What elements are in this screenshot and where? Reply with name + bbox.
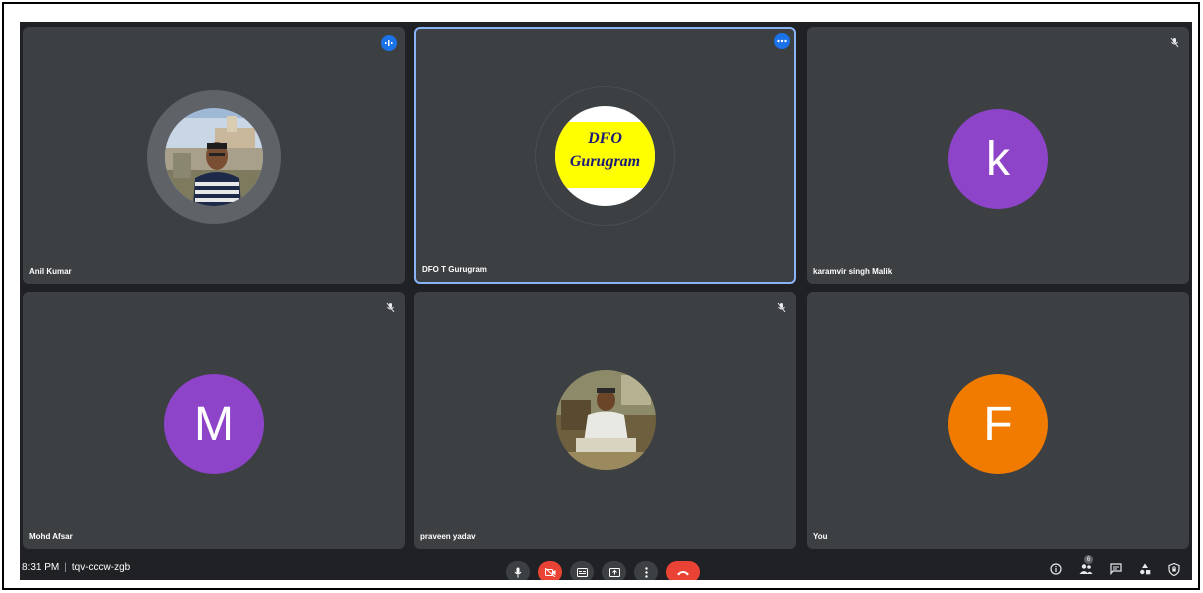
- avatar: [165, 108, 263, 206]
- people-icon: [1079, 564, 1093, 574]
- shield-lock-icon: [1168, 562, 1180, 576]
- chat-button[interactable]: [1108, 561, 1124, 577]
- participant-name: praveen yadav: [420, 532, 476, 541]
- avatar: M: [164, 374, 264, 474]
- captions-button[interactable]: [570, 561, 594, 580]
- more-vertical-icon: [644, 566, 648, 578]
- participant-tile-karamvir-singh-malik[interactable]: k karamvir singh Malik: [807, 27, 1189, 284]
- hang-up-icon: [677, 570, 689, 575]
- host-controls-button[interactable]: [1166, 561, 1182, 577]
- participant-tile-anil-kumar[interactable]: Anil Kumar: [23, 27, 405, 284]
- meeting-controls-bar: 8:31 PM | tqv-cccw-zgb 6: [20, 555, 1192, 580]
- mic-off-icon: [383, 300, 397, 314]
- participant-tile-you[interactable]: F You: [807, 292, 1189, 549]
- participant-tile-dfo-t-gurugram[interactable]: DFO Gurugram DFO T Gurugram: [414, 27, 796, 284]
- participant-name: karamvir singh Malik: [813, 267, 893, 276]
- screenshot-frame: Anil Kumar DFO Gurugram DFO T Gurugram k…: [2, 2, 1200, 590]
- meeting-window: Anil Kumar DFO Gurugram DFO T Gurugram k…: [20, 22, 1192, 580]
- captions-icon: [576, 567, 588, 577]
- more-options-button[interactable]: [634, 561, 658, 580]
- activities-icon: [1140, 563, 1151, 575]
- meeting-details-button[interactable]: [1048, 561, 1064, 577]
- mic-off-icon: [774, 300, 788, 314]
- meeting-time: 8:31 PM: [22, 562, 60, 573]
- microphone-button[interactable]: [506, 561, 530, 580]
- more-options-icon[interactable]: [774, 33, 790, 49]
- meeting-code: tqv-cccw-zgb: [71, 562, 131, 573]
- activities-button[interactable]: [1137, 561, 1153, 577]
- participant-name: Mohd Afsar: [29, 532, 73, 541]
- participant-tile-mohd-afsar[interactable]: M Mohd Afsar: [23, 292, 405, 549]
- participant-name: You: [813, 532, 828, 541]
- avatar: DFO Gurugram: [555, 106, 655, 206]
- audio-waveform-icon: [381, 35, 397, 51]
- leave-call-button[interactable]: [666, 561, 700, 580]
- avatar: F: [948, 374, 1048, 474]
- participant-name: Anil Kumar: [29, 267, 72, 276]
- info-icon: [1050, 563, 1062, 575]
- present-screen-icon: [608, 567, 620, 577]
- chat-icon: [1110, 563, 1122, 575]
- avatar: k: [948, 109, 1048, 209]
- camera-off-icon: [544, 567, 555, 577]
- avatar: [556, 370, 656, 470]
- participant-name: DFO T Gurugram: [422, 265, 487, 274]
- present-screen-button[interactable]: [602, 561, 626, 580]
- camera-off-button[interactable]: [538, 561, 562, 580]
- logo-text-line1: DFO: [588, 130, 622, 147]
- microphone-icon: [514, 567, 522, 577]
- mic-off-icon: [1167, 35, 1181, 49]
- people-button[interactable]: [1078, 561, 1094, 577]
- logo-text-line2: Gurugram: [569, 153, 641, 170]
- meeting-details: 8:31 PM | tqv-cccw-zgb: [22, 562, 130, 573]
- separator: |: [64, 562, 67, 573]
- participant-tile-praveen-yadav[interactable]: praveen yadav: [414, 292, 796, 549]
